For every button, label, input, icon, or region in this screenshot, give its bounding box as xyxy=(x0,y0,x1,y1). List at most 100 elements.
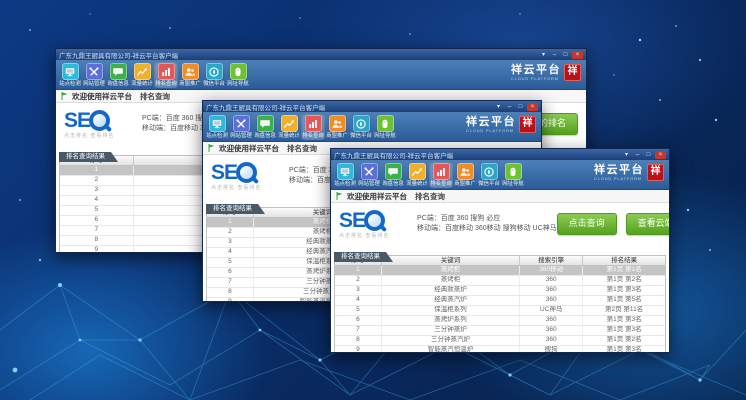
query-button[interactable]: 点击查询 xyxy=(557,213,617,235)
toolbar-item-label: 流量统计 xyxy=(131,80,153,87)
toolbar-item-label: 微信平台 xyxy=(203,80,225,87)
skin-button[interactable]: ▾ xyxy=(539,51,548,59)
toolbar-item-8[interactable]: 网址导航 xyxy=(373,113,397,140)
toolbar-item-4[interactable]: 流量统计 xyxy=(130,61,154,88)
results-tab[interactable]: 排名查询结果 xyxy=(206,204,265,214)
table-row[interactable]: 6蒸烤炉系列360第1页 第3名 xyxy=(335,316,665,326)
brand-badge: 祥 xyxy=(519,116,536,133)
toolbar-item-6[interactable]: 商盟推广 xyxy=(325,113,349,140)
table-row[interactable]: 4经典蒸汽炉360第1页 第5名 xyxy=(335,296,665,306)
toolbar-item-6[interactable]: 商盟推广 xyxy=(178,61,202,88)
maximize-button[interactable]: □ xyxy=(644,151,653,159)
table-body: 1蒸烤柜360移动第1页 第1名2蒸烤柜360第1页 第2名3经典款蒸炉360第… xyxy=(335,266,665,352)
toolbar-item-5[interactable]: 排名查询 xyxy=(301,113,325,140)
window-title: 广东九鼎王厨具有限公司-祥云平台客户端 xyxy=(59,50,539,60)
title-bar[interactable]: 广东九鼎王厨具有限公司-祥云平台客户端 ▾ – □ × xyxy=(331,149,669,160)
toolbar-item-2[interactable]: 网站管理 xyxy=(82,61,106,88)
toolbar-item-7[interactable]: 微信平台 xyxy=(202,61,226,88)
monitor-icon xyxy=(337,163,354,180)
toolbar-item-3[interactable]: 询盘信息 xyxy=(253,113,277,140)
table-row[interactable]: 8三分钟蒸汽炉360第1页 第2名 xyxy=(335,336,665,346)
column-header-result: 排名结果 xyxy=(583,256,665,265)
seo-logo: SE 点击排名 查看排名 xyxy=(339,210,409,239)
title-bar[interactable]: 广东九鼎王厨具有限公司-祥云平台客户端 ▾ – □ × xyxy=(56,49,586,60)
brand: 祥云平台 CLOUD PLATFORM 祥 xyxy=(511,61,584,81)
seo-slogan: 点击排名 查看排名 xyxy=(339,232,409,239)
line-chart-icon xyxy=(281,115,298,132)
toolbar-item-label: 站点检测 xyxy=(334,180,356,187)
toolbar-item-5[interactable]: 排名查询 xyxy=(154,61,178,88)
minimize-button[interactable]: – xyxy=(633,151,642,159)
mouse-icon xyxy=(230,63,247,80)
close-button[interactable]: × xyxy=(527,103,538,111)
toolbar-item-4[interactable]: 流量统计 xyxy=(405,161,429,188)
table-row[interactable]: 9智能蒸汽恒温炉搜狗第1页 第3名 xyxy=(335,346,665,352)
brand: 祥云平台 CLOUD PLATFORM 祥 xyxy=(594,161,667,181)
toolbar-item-1[interactable]: 站点检测 xyxy=(205,113,229,140)
engine-list: PC端：百度 360 搜狗 必应 移动端：百度移动 360移动 搜狗移动 UC神… xyxy=(417,214,557,234)
brand-name: 祥云平台 xyxy=(594,165,644,176)
toolbar-item-4[interactable]: 流量统计 xyxy=(277,113,301,140)
monitor-icon xyxy=(62,63,79,80)
table-row[interactable]: 1蒸烤柜360移动第1页 第1名 xyxy=(335,266,665,276)
toolbar-item-label: 网址导航 xyxy=(227,80,249,87)
app-window-front[interactable]: 广东九鼎王厨具有限公司-祥云平台客户端 ▾ – □ × 站点检测网站管理询盘信息… xyxy=(330,148,670,353)
view-cloud-rank-button[interactable]: 查看云端的排名 xyxy=(626,213,670,235)
toolbar-item-label: 商盟推广 xyxy=(454,180,476,187)
minimize-button[interactable]: – xyxy=(505,103,514,111)
engines-pc-line: PC端：百度 360 搜狗 必应 xyxy=(417,214,557,224)
page-title: 排名查询 xyxy=(140,91,170,102)
toolbar-item-label: 商盟推广 xyxy=(179,80,201,87)
users-icon xyxy=(182,63,199,80)
brand-name: 祥云平台 xyxy=(466,117,516,128)
table-row[interactable]: 3经典款蒸炉360第1页 第3名 xyxy=(335,286,665,296)
welcome-text: 欢迎使用祥云平台 xyxy=(219,143,279,154)
toolbar-item-1[interactable]: 站点检测 xyxy=(58,61,82,88)
toolbar-item-6[interactable]: 商盟推广 xyxy=(453,161,477,188)
toolbar-item-label: 站点检测 xyxy=(59,80,81,87)
maximize-button[interactable]: □ xyxy=(561,51,570,59)
toolbar-item-7[interactable]: 微信平台 xyxy=(477,161,501,188)
table-row[interactable]: 5保温柜系列UC神马第2页 第11名 xyxy=(335,306,665,316)
skin-button[interactable]: ▾ xyxy=(494,103,503,111)
skin-button[interactable]: ▾ xyxy=(622,151,631,159)
seo-slogan: 点击排名 查看排名 xyxy=(64,132,134,139)
results-tab[interactable]: 排名查询结果 xyxy=(334,252,393,262)
brand-badge: 祥 xyxy=(564,64,581,81)
toolbar-item-3[interactable]: 询盘信息 xyxy=(381,161,405,188)
toolbar-item-label: 微信平台 xyxy=(350,132,372,139)
window-controls: ▾ – □ × xyxy=(494,103,538,111)
toolbar-item-8[interactable]: 网址导航 xyxy=(226,61,250,88)
tools-icon xyxy=(86,63,103,80)
bar-chart-icon xyxy=(158,63,175,80)
table-row[interactable]: 7三分钟蒸炉360第1页 第3名 xyxy=(335,326,665,336)
seo-wordmark: SE xyxy=(64,110,90,131)
toolbar-item-1[interactable]: 站点检测 xyxy=(333,161,357,188)
toolbar-item-label: 询盘信息 xyxy=(107,80,129,87)
monitor-icon xyxy=(209,115,226,132)
query-header: SE 点击排名 查看排名 PC端：百度 360 搜狗 必应 移动端：百度移动 3… xyxy=(331,203,669,245)
mouse-icon xyxy=(377,115,394,132)
toolbar-item-label: 站点检测 xyxy=(206,132,228,139)
toolbar-item-2[interactable]: 网站管理 xyxy=(357,161,381,188)
minimize-button[interactable]: – xyxy=(550,51,559,59)
magnifier-icon xyxy=(364,210,385,231)
toolbar-item-2[interactable]: 网站管理 xyxy=(229,113,253,140)
close-button[interactable]: × xyxy=(572,51,583,59)
toolbar-item-7[interactable]: 微信平台 xyxy=(349,113,373,140)
close-button[interactable]: × xyxy=(655,151,666,159)
users-icon xyxy=(329,115,346,132)
action-buttons: 点击查询 查看云端的排名 xyxy=(557,213,670,235)
toolbar-item-label: 网站管理 xyxy=(230,132,252,139)
chat-bubble-icon xyxy=(110,63,127,80)
toolbar-item-label: 流量统计 xyxy=(278,132,300,139)
results-tab[interactable]: 排名查询结果 xyxy=(59,152,118,162)
toolbar-item-3[interactable]: 询盘信息 xyxy=(106,61,130,88)
title-bar[interactable]: 广东九鼎王厨具有限公司-祥云平台客户端 ▾ – □ × xyxy=(203,101,541,112)
toolbar-item-label: 网址导航 xyxy=(502,180,524,187)
toolbar-item-8[interactable]: 网址导航 xyxy=(501,161,525,188)
toolbar-item-5[interactable]: 排名查询 xyxy=(429,161,453,188)
results-tab-row: 排名查询结果 xyxy=(331,245,669,255)
table-row[interactable]: 2蒸烤柜360第1页 第2名 xyxy=(335,276,665,286)
maximize-button[interactable]: □ xyxy=(516,103,525,111)
